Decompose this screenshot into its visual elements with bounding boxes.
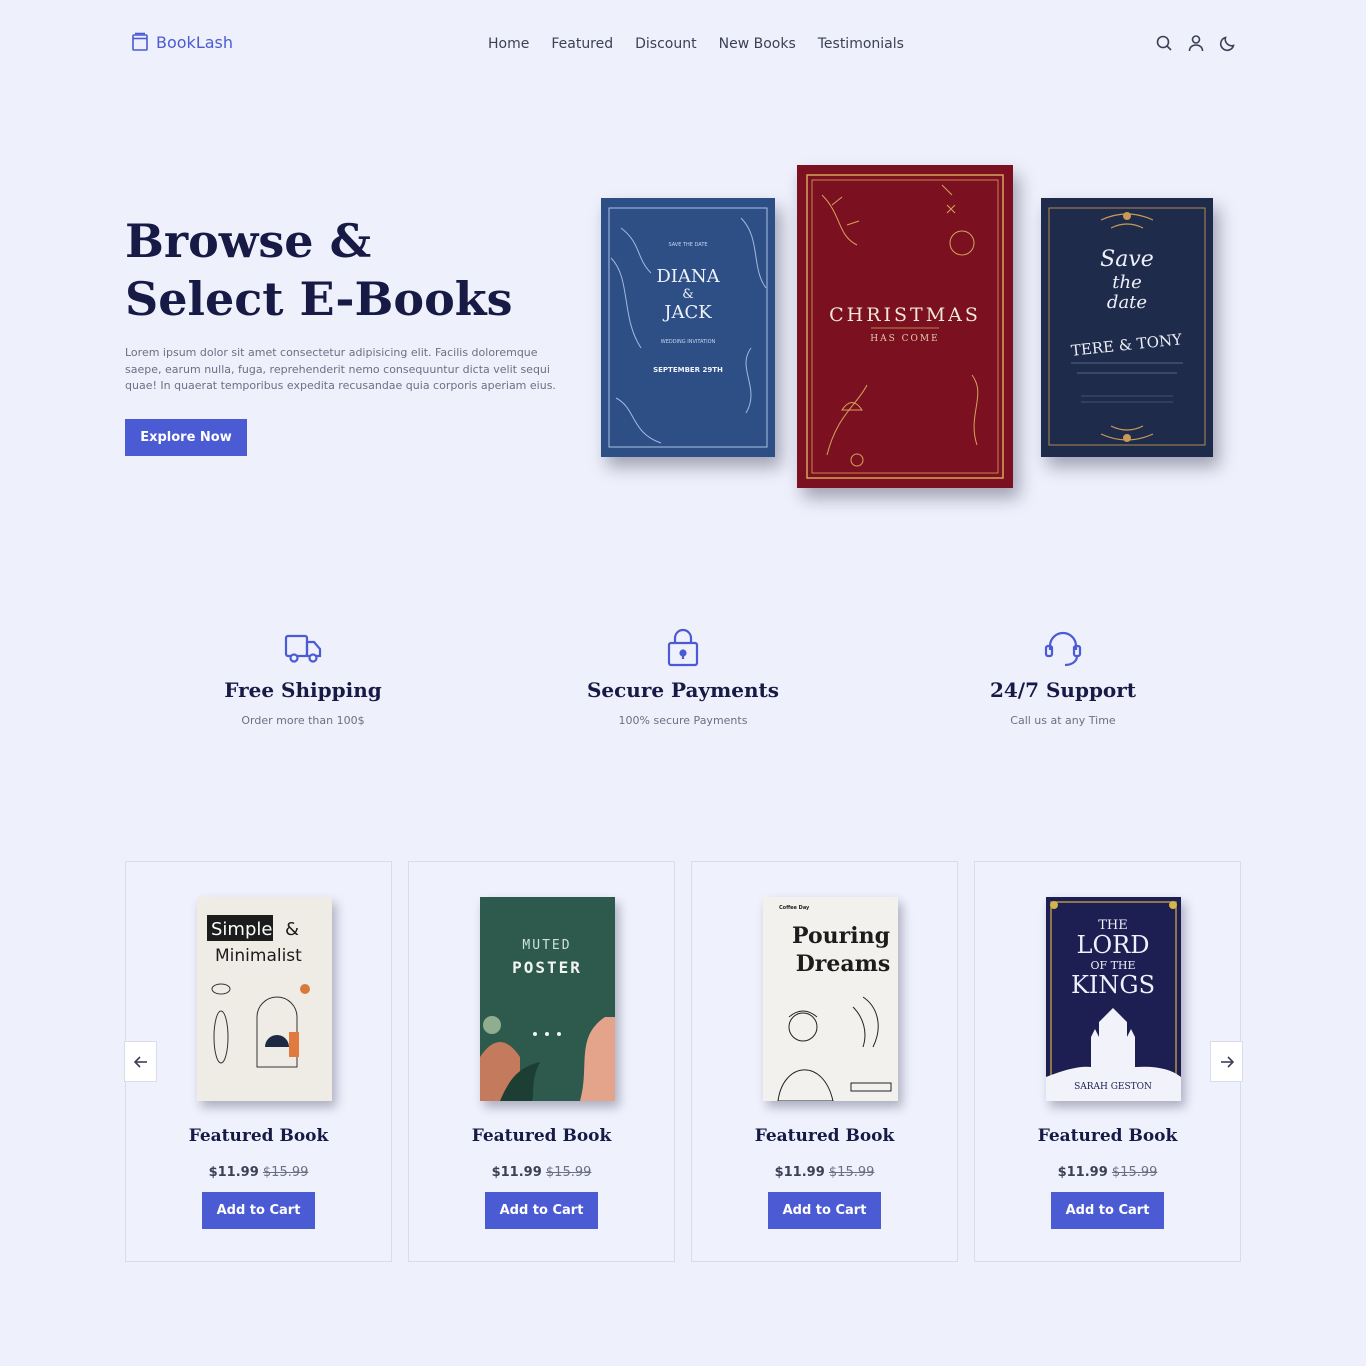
product-cover-muted-poster[interactable]: MUTED POSTER [480,897,615,1101]
hero-cover-tere-tony[interactable]: Save the date TERE & TONY [1041,198,1213,457]
product-price: $11.99 $15.99 [692,1165,957,1180]
logo-text: BookLash [156,32,234,52]
cover-tere-line1: Save [1100,247,1154,272]
cover-diana-small3: SEPTEMBER 29TH [653,366,723,374]
header-actions [1155,34,1237,52]
product-cover-lord-of-the-kings[interactable]: THE LORD OF THE KINGS SARAH GESTON [1046,897,1181,1101]
price-current: $11.99 [491,1165,542,1180]
feature-title: 24/7 Support [989,678,1137,702]
arrow-left-icon [133,1055,147,1068]
cover-simple-line3: Minimalist [215,946,302,966]
product-price: $11.99 $15.99 [126,1165,391,1180]
nav-new-books[interactable]: New Books [719,36,796,52]
product-card: THE LORD OF THE KINGS SARAH GESTON Featu… [974,861,1241,1262]
nav-home[interactable]: Home [488,36,529,52]
product-cover-pouring-dreams[interactable]: Coffee Day Pouring Dreams [763,897,898,1101]
add-to-cart-button[interactable]: Add to Cart [1051,1192,1164,1229]
cover-simple-line2: & [285,919,299,940]
feature-support: 24/7 Support Call us at any Time [913,628,1213,727]
price-current: $11.99 [208,1165,259,1180]
price-old: $15.99 [828,1165,875,1180]
feature-text: 100% secure Payments [618,714,748,727]
product-price: $11.99 $15.99 [409,1165,674,1180]
explore-now-button[interactable]: Explore Now [125,419,247,456]
cover-pouring-line3: Coffee Day [779,905,810,911]
cover-pouring-line2: Dreams [796,951,891,977]
product-title: Featured Book [188,1126,329,1146]
feature-title: Free Shipping [224,678,382,702]
price-current: $11.99 [1057,1165,1108,1180]
cover-muted-line2: POSTER [512,958,582,977]
lock-icon [667,628,699,667]
cover-diana-line1: DIANA [656,266,720,287]
hero-cover-christmas[interactable]: CHRISTMAS HAS COME [797,165,1013,488]
add-to-cart-button[interactable]: Add to Cart [202,1192,315,1229]
add-to-cart-button[interactable]: Add to Cart [768,1192,881,1229]
hero-title-line2: Select E-Books [125,272,513,326]
product-card: Coffee Day Pouring Dreams Featured Book … [691,861,958,1262]
truck-icon [284,634,322,663]
product-cover-simple-minimalist[interactable]: Simple & Minimalist [197,897,332,1101]
nav-discount[interactable]: Discount [635,36,696,52]
cover-xmas-line1: CHRISTMAS [829,304,981,326]
cover-lord-line2: LORD [1077,931,1150,959]
cover-diana-line2: & [682,287,694,302]
product-title: Featured Book [471,1126,612,1146]
feature-text: Call us at any Time [1010,714,1116,727]
arrow-right-icon [1220,1055,1234,1068]
site-header: BookLash Home Featured Discount New Book… [0,0,1366,90]
product-card: Simple & Minimalist Featured Book $11.99… [125,861,392,1262]
price-old: $15.99 [262,1165,309,1180]
cover-lord-author: SARAH GESTON [1074,1082,1152,1092]
price-current: $11.99 [774,1165,825,1180]
cover-lord-line4: KINGS [1071,971,1155,999]
cover-muted-line1: MUTED [522,938,571,953]
hero-title-line1: Browse & [125,214,372,268]
product-title: Featured Book [754,1126,895,1146]
cover-xmas-line2: HAS COME [870,334,939,344]
book-icon [132,32,148,51]
hero-text: Lorem ipsum dolor sit amet consectetur a… [125,346,556,392]
main-nav: Home Featured Discount New Books Testimo… [488,36,904,52]
user-icon[interactable] [1187,34,1205,52]
cover-simple-line1: Simple [211,919,272,940]
cover-diana-small2: WEDDING INVITATION [661,339,716,345]
nav-testimonials[interactable]: Testimonials [818,36,904,52]
moon-icon[interactable] [1219,34,1237,52]
feature-title: Secure Payments [586,678,780,702]
nav-featured[interactable]: Featured [551,36,613,52]
product-price: $11.99 $15.99 [975,1165,1240,1180]
cover-diana-line3: JACK [662,302,712,323]
product-card: MUTED POSTER Featured Book $11.99 $15.99… [408,861,675,1262]
search-icon[interactable] [1155,34,1173,52]
price-old: $15.99 [1111,1165,1158,1180]
feature-free-shipping: Free Shipping Order more than 100$ [153,628,453,727]
feature-text: Order more than 100$ [241,714,365,727]
hero-title: Browse & Select E-Books [125,212,585,328]
cover-diana-small1: SAVE THE DATE [668,242,707,248]
cover-pouring-line1: Pouring [792,923,890,949]
logo[interactable]: BookLash [130,32,233,52]
carousel-prev-button[interactable] [124,1041,157,1082]
cover-tere-line3: date [1107,292,1147,313]
feature-secure-payments: Secure Payments 100% secure Payments [533,628,833,727]
price-old: $15.99 [545,1165,592,1180]
headset-icon [1044,631,1082,667]
hero-cover-diana-jack[interactable]: SAVE THE DATE DIANA & JACK WEDDING INVIT… [601,198,775,457]
cover-tere-line2: the [1112,272,1141,293]
carousel-next-button[interactable] [1210,1041,1243,1082]
add-to-cart-button[interactable]: Add to Cart [485,1192,598,1229]
product-title: Featured Book [1037,1126,1178,1146]
